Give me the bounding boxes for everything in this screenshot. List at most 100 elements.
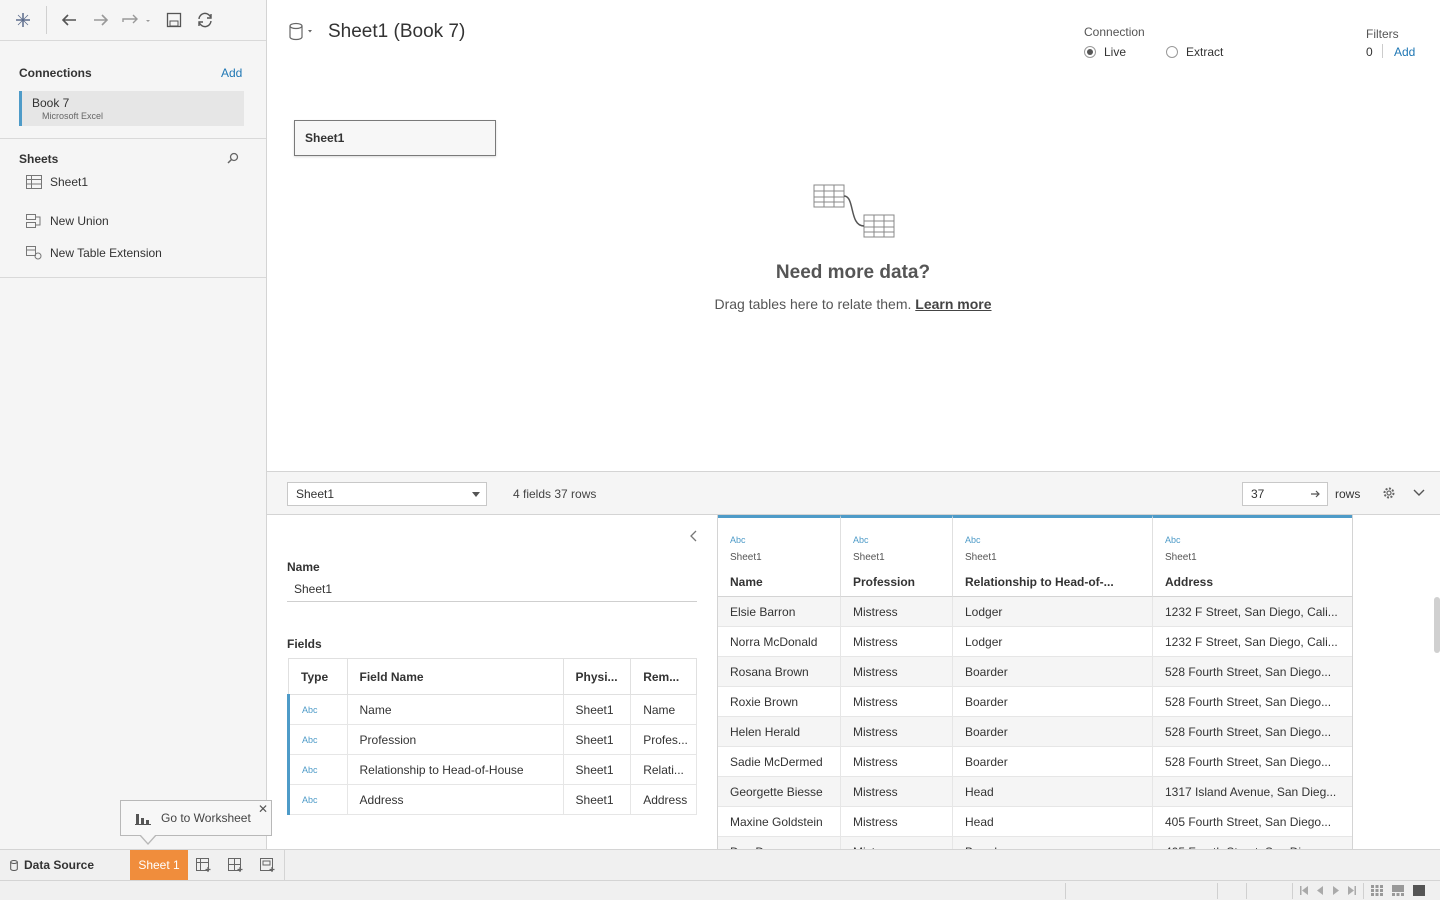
field-name[interactable]: Profession xyxy=(346,724,564,755)
sheet-item-new-union[interactable]: New Union xyxy=(26,210,109,232)
grid-cell[interactable]: 1232 F Street, San Diego, Cali... xyxy=(1153,597,1352,627)
grid-cell[interactable]: 1317 Island Avenue, San Dieg... xyxy=(1153,777,1352,807)
string-type-icon[interactable]: Abc xyxy=(287,784,348,815)
grid-cell[interactable]: Boarder xyxy=(953,657,1153,687)
new-story-icon[interactable] xyxy=(260,858,276,872)
table-select[interactable]: Sheet1 xyxy=(287,482,487,506)
tabs-view-icon[interactable] xyxy=(1413,885,1425,896)
string-type-icon[interactable]: Abc xyxy=(287,724,348,755)
grid-cell[interactable]: Elsie Barron xyxy=(718,597,841,627)
last-page-icon[interactable] xyxy=(1348,886,1356,895)
tableau-logo-icon[interactable] xyxy=(11,8,35,32)
grid-cell[interactable]: Norra McDonald xyxy=(718,627,841,657)
field-name[interactable]: Relationship to Head-of-House xyxy=(346,754,564,785)
refresh-icon[interactable] xyxy=(193,8,217,32)
search-sheets-icon[interactable] xyxy=(227,152,239,164)
collapse-panel-icon[interactable] xyxy=(690,530,698,542)
close-icon[interactable]: ✕ xyxy=(258,802,268,816)
redo-icon[interactable] xyxy=(89,8,113,32)
chevron-down-icon[interactable] xyxy=(1413,489,1425,497)
grid-cell[interactable]: Sadie McDermed xyxy=(718,747,841,777)
grid-cell[interactable]: Mistress xyxy=(841,687,953,717)
tab-sheet1[interactable]: Sheet 1 xyxy=(130,850,188,880)
string-type-icon[interactable]: Abc xyxy=(965,535,981,545)
grid-scrollbar[interactable] xyxy=(1434,597,1440,653)
grid-cell[interactable]: Georgette Biesse xyxy=(718,777,841,807)
column-header-field-name[interactable]: Field Name xyxy=(346,658,564,695)
grid-cell[interactable]: 1232 F Street, San Diego, Cali... xyxy=(1153,627,1352,657)
string-type-icon[interactable]: Abc xyxy=(287,754,348,785)
filmstrip-icon[interactable] xyxy=(1392,885,1404,896)
grid-cell[interactable]: Dee Dee xyxy=(718,837,841,849)
datasource-menu-icon[interactable] xyxy=(287,22,315,42)
undo-icon[interactable] xyxy=(57,8,81,32)
grid-cell[interactable]: Mistress xyxy=(841,777,953,807)
grid-cell[interactable]: 528 Fourth Street, San Diego... xyxy=(1153,717,1352,747)
sheet-item-new-table-extension[interactable]: New Table Extension xyxy=(26,242,162,264)
add-connection-button[interactable]: Add xyxy=(221,66,242,80)
grid-cell[interactable]: 405 Fourth Street, San Diego... xyxy=(1153,807,1352,837)
grid-cell[interactable]: Head xyxy=(953,777,1153,807)
rows-input[interactable]: 37 xyxy=(1242,482,1328,506)
table-name-input[interactable]: Sheet1 xyxy=(287,578,697,602)
learn-more-link[interactable]: Learn more xyxy=(915,296,991,312)
column-header-type[interactable]: Type xyxy=(288,658,348,695)
first-page-icon[interactable] xyxy=(1300,886,1308,895)
grid-cell[interactable]: Mistress xyxy=(841,657,953,687)
grid-cell[interactable]: 528 Fourth Street, San Diego... xyxy=(1153,747,1352,777)
grid-column-header-address[interactable]: Abc Sheet1 Address xyxy=(1153,515,1352,597)
page-title[interactable]: Sheet1 (Book 7) xyxy=(328,21,465,43)
grid-cell[interactable]: Rosana Brown xyxy=(718,657,841,687)
connection-item-book7[interactable]: Book 7 Microsoft Excel xyxy=(19,91,244,126)
arrow-right-icon[interactable] xyxy=(1311,489,1321,499)
new-worksheet-icon[interactable] xyxy=(196,858,212,872)
grid-cell[interactable]: Lodger xyxy=(953,597,1153,627)
grid-cell[interactable]: Mistress xyxy=(841,837,953,849)
save-icon[interactable] xyxy=(162,8,186,32)
string-type-icon[interactable]: Abc xyxy=(1165,535,1181,545)
grid-cell[interactable]: 405 Fourth Street, San Diego... xyxy=(1153,837,1352,849)
previous-page-icon[interactable] xyxy=(1317,886,1323,895)
field-name[interactable]: Name xyxy=(346,694,564,725)
grid-cell[interactable]: Lodger xyxy=(953,627,1153,657)
go-to-worksheet-tooltip[interactable]: Go to Worksheet ✕ xyxy=(120,800,272,836)
sheet-item-sheet1[interactable]: Sheet1 xyxy=(26,171,88,193)
table-row[interactable]: Abc Name Sheet1 Name xyxy=(287,694,697,725)
tab-data-source[interactable]: Data Source xyxy=(0,850,130,880)
column-header-physical-table[interactable]: Physi... xyxy=(562,658,632,695)
grid-column-header-name[interactable]: Abc Sheet1 Name xyxy=(718,515,841,597)
sheet-sorter-icon[interactable] xyxy=(1371,885,1383,896)
grid-cell[interactable]: Mistress xyxy=(841,717,953,747)
new-dashboard-icon[interactable] xyxy=(228,858,244,872)
grid-cell[interactable]: 528 Fourth Street, San Diego... xyxy=(1153,657,1352,687)
grid-column-header-profession[interactable]: Abc Sheet1 Profession xyxy=(841,515,953,597)
grid-cell[interactable]: Mistress xyxy=(841,627,953,657)
add-filter-button[interactable]: Add xyxy=(1394,45,1415,59)
grid-cell[interactable]: Boarder xyxy=(953,717,1153,747)
string-type-icon[interactable]: Abc xyxy=(730,535,746,545)
replay-icon[interactable] xyxy=(119,8,155,32)
next-page-icon[interactable] xyxy=(1333,886,1339,895)
grid-cell[interactable]: 528 Fourth Street, San Diego... xyxy=(1153,687,1352,717)
column-header-remote-field[interactable]: Rem... xyxy=(630,658,697,695)
connection-live-radio[interactable]: Live xyxy=(1084,45,1126,59)
grid-cell[interactable]: Mistress xyxy=(841,747,953,777)
grid-cell[interactable]: Head xyxy=(953,807,1153,837)
string-type-icon[interactable]: Abc xyxy=(287,694,348,725)
grid-column-header-relationship[interactable]: Abc Sheet1 Relationship to Head-of-... xyxy=(953,515,1153,597)
field-name[interactable]: Address xyxy=(346,784,564,815)
connection-extract-radio[interactable]: Extract xyxy=(1166,45,1223,59)
string-type-icon[interactable]: Abc xyxy=(853,535,869,545)
grid-cell[interactable]: Roxie Brown xyxy=(718,687,841,717)
table-row[interactable]: Abc Profession Sheet1 Profes... xyxy=(287,724,697,755)
grid-cell[interactable]: Maxine Goldstein xyxy=(718,807,841,837)
grid-cell[interactable]: Boarder xyxy=(953,747,1153,777)
table-row[interactable]: Abc Relationship to Head-of-House Sheet1… xyxy=(287,754,697,785)
gear-icon[interactable] xyxy=(1382,486,1396,500)
grid-cell[interactable]: Mistress xyxy=(841,597,953,627)
grid-cell[interactable]: Boarder xyxy=(953,687,1153,717)
grid-cell[interactable]: Mistress xyxy=(841,807,953,837)
table-row[interactable]: Abc Address Sheet1 Address xyxy=(287,784,697,815)
grid-cell[interactable]: Boarder xyxy=(953,837,1153,849)
grid-cell[interactable]: Helen Herald xyxy=(718,717,841,747)
